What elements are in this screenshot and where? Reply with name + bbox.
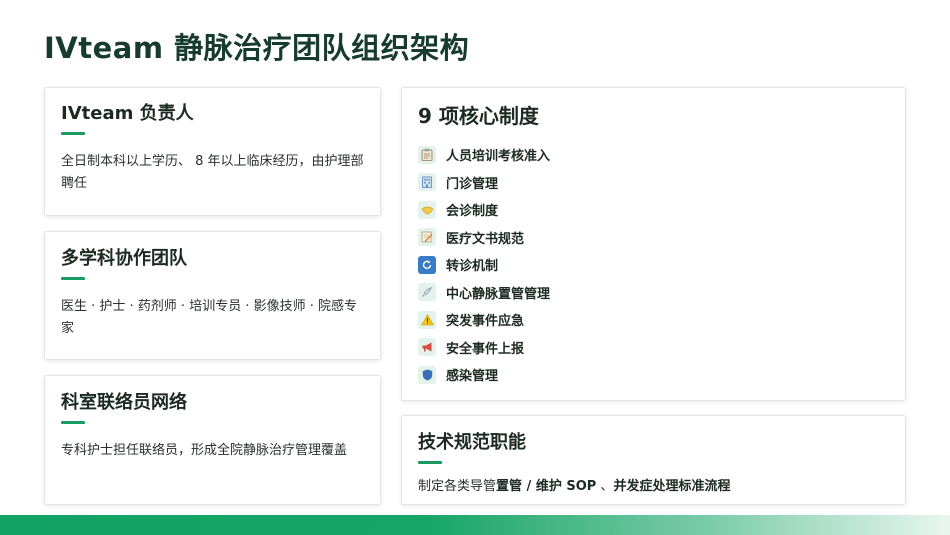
warning-icon (418, 310, 436, 329)
rule-label: 安全事件上报 (446, 341, 525, 357)
lead-card-text: 全日制本科以上学历、 8 年以上临床经历，由护理部聘任 (61, 154, 364, 191)
core-rules-card: 9 项核心制度 人员培训考核准入 门诊管理 会诊制度 医疗文书规范 转诊机制 中… (401, 87, 906, 401)
tech-text-prefix: 制定各类导管 (418, 479, 497, 494)
memo-icon (418, 228, 436, 247)
tech-card-text: 制定各类导管置管 / 维护 SOP 、并发症处理标准流程 (418, 476, 889, 498)
rule-item: 人员培训考核准入 (418, 141, 889, 169)
shield-icon (418, 365, 436, 384)
megaphone-icon (418, 338, 436, 357)
syringe-icon (418, 283, 436, 302)
rule-item: 安全事件上报 (418, 334, 889, 362)
title-underline (418, 461, 442, 464)
core-rules-title: 9 项核心制度 (418, 104, 539, 128)
page-title: IVteam 静脉治疗团队组织架构 (44, 31, 470, 65)
tech-text-strong-2: 并发症处理标准流程 (613, 479, 731, 494)
mdt-card-text: 医生 · 护士 · 药剂师 · 培训专员 · 影像技师 · 院感专家 (61, 299, 357, 336)
rule-item: 医疗文书规范 (418, 224, 889, 252)
rule-item: 感染管理 (418, 361, 889, 389)
mdt-card: 多学科协作团队 医生 · 护士 · 药剂师 · 培训专员 · 影像技师 · 院感… (44, 231, 381, 360)
rule-item: 突发事件应急 (418, 306, 889, 334)
title-underline (61, 421, 85, 424)
core-rules-list: 人员培训考核准入 门诊管理 会诊制度 医疗文书规范 转诊机制 中心静脉置管管理 … (418, 141, 889, 389)
tech-card-title: 技术规范职能 (418, 432, 526, 453)
rule-label: 中心静脉置管管理 (446, 286, 551, 302)
rule-item: 会诊制度 (418, 196, 889, 224)
rule-label: 感染管理 (446, 369, 499, 385)
tech-text-sep: 、 (596, 479, 614, 494)
liaison-card: 科室联络员网络 专科护士担任联络员，形成全院静脉治疗管理覆盖 (44, 375, 381, 505)
tech-text-strong: 置管 / 维护 SOP (496, 479, 597, 494)
lead-card-title: IVteam 负责人 (61, 103, 194, 124)
rule-item: 转诊机制 (418, 251, 889, 279)
rule-label: 转诊机制 (446, 259, 499, 275)
mdt-card-title: 多学科协作团队 (61, 248, 187, 269)
handshake-icon (418, 200, 436, 219)
title-underline (61, 132, 85, 135)
bottom-gradient-bar (0, 515, 950, 535)
rule-label: 门诊管理 (446, 176, 499, 192)
rule-item: 中心静脉置管管理 (418, 279, 889, 307)
clipboard-icon (418, 145, 436, 164)
title-underline (61, 277, 85, 280)
rule-label: 医疗文书规范 (446, 231, 525, 247)
rule-item: 门诊管理 (418, 169, 889, 197)
liaison-card-title: 科室联络员网络 (61, 392, 187, 413)
liaison-card-text: 专科护士担任联络员，形成全院静脉治疗管理覆盖 (61, 443, 348, 458)
rule-label: 会诊制度 (446, 204, 499, 220)
rule-label: 人员培训考核准入 (446, 149, 551, 165)
refresh-icon (418, 255, 436, 274)
hospital-icon (418, 173, 436, 192)
tech-card: 技术规范职能 制定各类导管置管 / 维护 SOP 、并发症处理标准流程 (401, 415, 906, 505)
rule-label: 突发事件应急 (446, 314, 525, 330)
lead-card: IVteam 负责人 全日制本科以上学历、 8 年以上临床经历，由护理部聘任 (44, 87, 381, 216)
